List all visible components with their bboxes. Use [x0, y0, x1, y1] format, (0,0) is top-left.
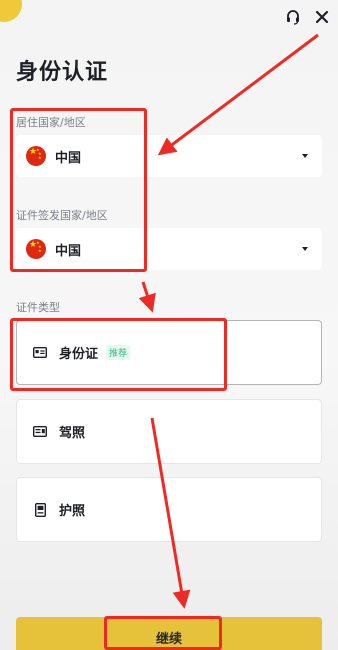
option-label: 驾照 [59, 426, 86, 441]
chevron-down-icon [302, 154, 308, 158]
arrow-to-doc-type [138, 281, 156, 313]
page-title: 身份认证 [16, 60, 109, 85]
close-icon[interactable] [313, 8, 331, 26]
document-type-label: 证件类型 [16, 301, 60, 314]
driver-license-icon [33, 425, 47, 439]
issuing-label: 证件签发国家/地区 [16, 209, 108, 222]
recommended-badge: 推荐 [106, 345, 131, 360]
residence-select[interactable]: ★ ★ ★ ★ 中国 [16, 135, 322, 177]
chevron-down-icon [302, 247, 308, 251]
continue-button[interactable]: 继续 [16, 617, 322, 650]
option-label: 身份证 [59, 347, 99, 362]
issuing-select[interactable]: ★ ★ ★ ★ 中国 [16, 228, 322, 270]
passport-icon [33, 502, 47, 517]
corner-decoration [0, 0, 22, 22]
option-passport[interactable]: 护照 [16, 477, 322, 542]
issuing-value: 中国 [55, 243, 82, 259]
china-flag-icon: ★ ★ ★ ★ [26, 239, 46, 259]
option-id-card[interactable]: 身份证 推荐 [16, 320, 322, 385]
option-label: 护照 [59, 504, 86, 519]
id-card-icon [33, 346, 47, 360]
option-driver-license[interactable]: 驾照 [16, 399, 322, 464]
arrow-to-country [157, 33, 319, 156]
residence-label: 居住国家/地区 [16, 116, 86, 129]
china-flag-icon: ★ ★ ★ ★ [26, 146, 46, 166]
residence-value: 中国 [55, 150, 82, 166]
headset-icon[interactable] [284, 8, 302, 26]
